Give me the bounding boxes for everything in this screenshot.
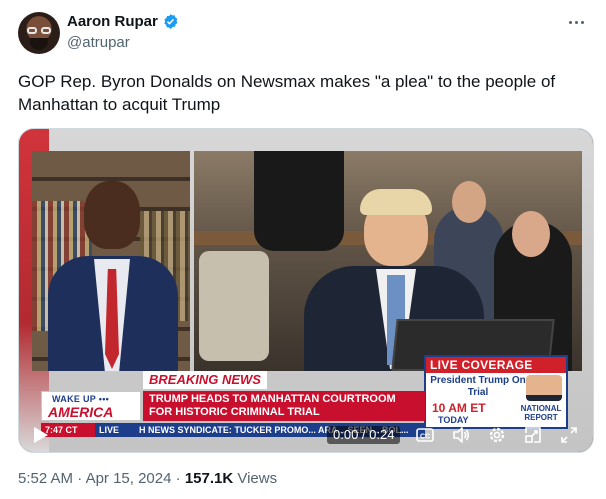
video-timer: 0:00 / 0:24 [327, 426, 401, 444]
tweet-metadata: 5:52 AM · Apr 15, 2024 · 157.1K Views [18, 470, 277, 487]
show-logo: WAKE UP ••• AMERICA [41, 391, 141, 421]
more-options-icon[interactable] [566, 14, 586, 30]
tweet-date[interactable]: Apr 15, 2024 [86, 470, 172, 487]
fullscreen-icon[interactable] [559, 425, 579, 445]
live-coverage-thumbnail [526, 375, 562, 401]
video-right-pane [194, 151, 582, 371]
captions-icon[interactable]: CC [415, 425, 435, 445]
views-count: 157.1K [184, 470, 234, 487]
live-coverage-subtitle: President Trump On Trial [430, 375, 526, 398]
live-coverage-label: LIVE COVERAGE [426, 357, 566, 373]
news-headline: TRUMP HEADS TO MANHATTAN COURTROOM FOR H… [143, 391, 425, 421]
video-controls: 0:00 / 0:24 CC [19, 418, 593, 452]
avatar-beard [30, 38, 48, 50]
tweet-time[interactable]: 5:52 AM [18, 470, 73, 487]
play-icon[interactable] [33, 426, 49, 444]
author-name[interactable]: Aaron Rupar [67, 13, 158, 30]
tweet-separator-1: · [77, 470, 83, 487]
author-handle[interactable]: @atrupar [67, 34, 130, 51]
svg-text:CC: CC [420, 434, 430, 441]
author-avatar[interactable] [18, 12, 60, 54]
video-left-pane [32, 151, 190, 371]
author-name-row: Aaron Rupar [67, 13, 179, 30]
avatar-glasses [27, 27, 51, 34]
verified-badge-icon [164, 14, 178, 29]
tweet-separator-2: · [175, 470, 181, 487]
views-label: Views [237, 470, 278, 487]
settings-icon[interactable] [487, 425, 507, 445]
show-logo-line1: WAKE UP ••• [52, 394, 110, 404]
volume-icon[interactable] [451, 425, 471, 445]
tweet-text: GOP Rep. Byron Donalds on Newsmax makes … [18, 72, 556, 114]
video-player[interactable]: LIVE COVERAGE President Trump On Trial 1… [18, 128, 594, 453]
breaking-news-label: BREAKING NEWS [143, 371, 267, 389]
live-coverage-time: 10 AM ET [432, 401, 486, 415]
tweet-header: Aaron Rupar @atrupar [18, 10, 588, 56]
picture-in-picture-icon[interactable] [523, 425, 543, 445]
